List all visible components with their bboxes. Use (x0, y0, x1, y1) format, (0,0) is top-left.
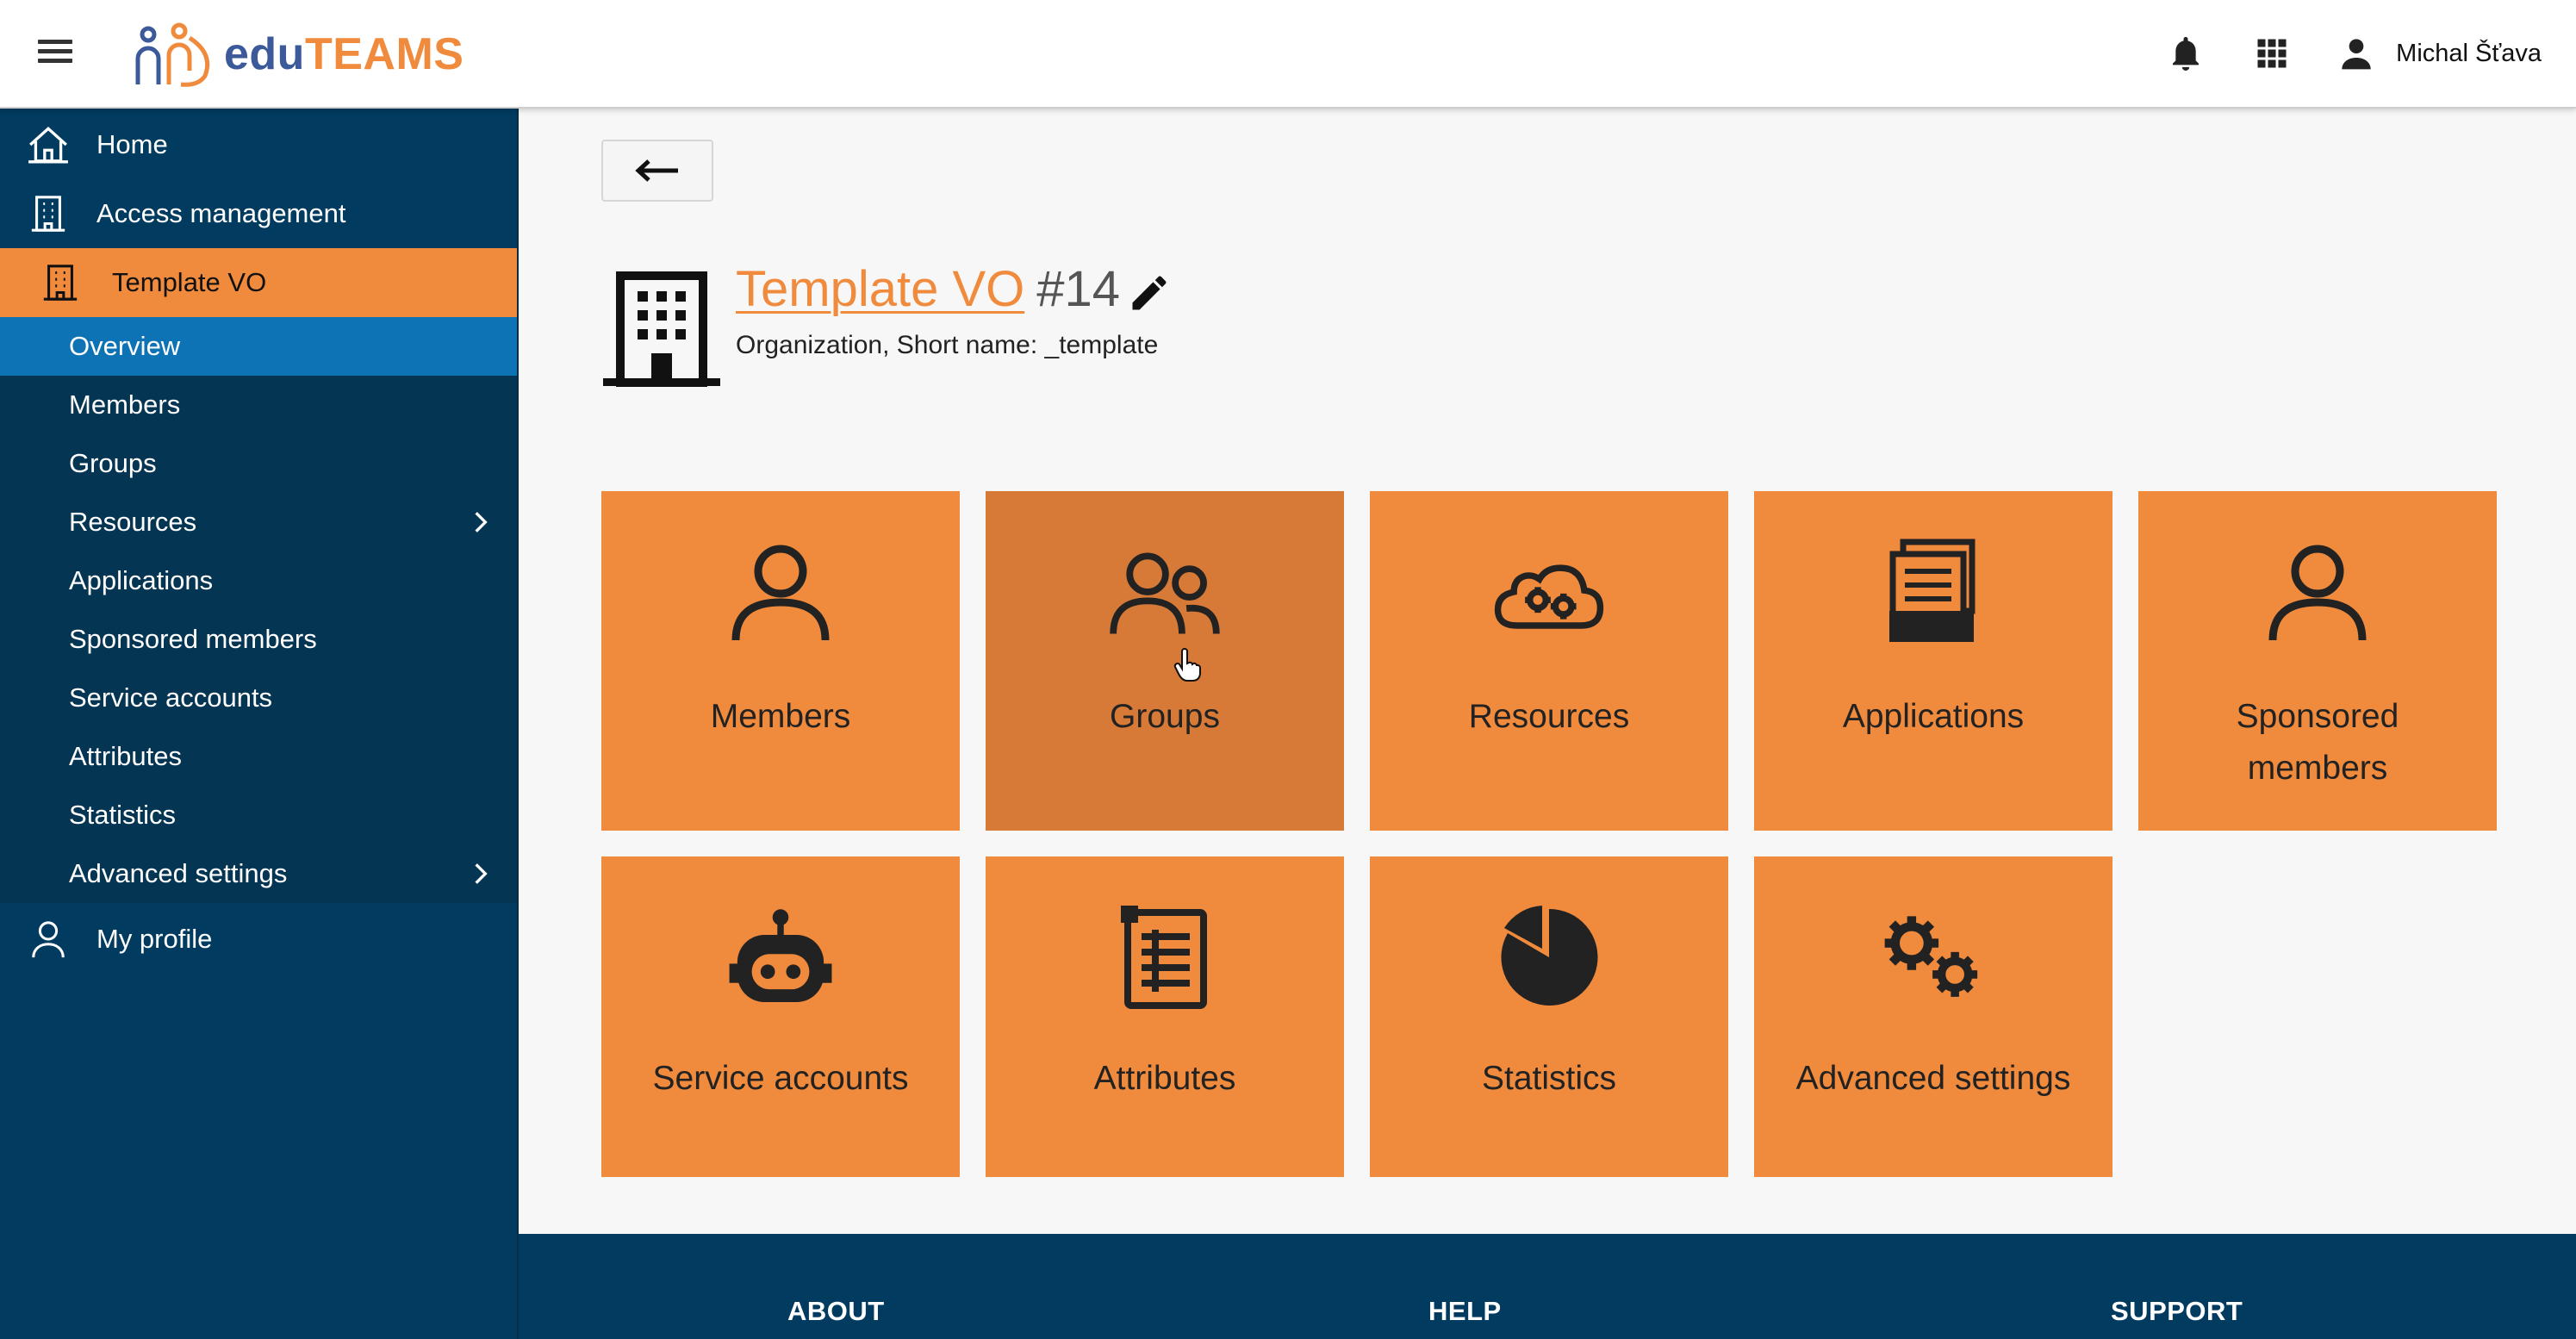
sidebar-item-sponsored-members[interactable]: Sponsored members (0, 610, 517, 669)
person-icon (725, 536, 837, 648)
vo-name-link[interactable]: Template VO (736, 260, 1024, 318)
tile-service-accounts[interactable]: Service accounts (601, 856, 960, 1177)
footer-support-link[interactable]: SUPPORT (2111, 1296, 2243, 1327)
sidebar-item-service-accounts[interactable]: Service accounts (0, 669, 517, 727)
cloud-gears-icon (1493, 536, 1605, 648)
page-title: Template VO #14 (736, 260, 1120, 318)
sidebar-item-applications[interactable]: Applications (0, 551, 517, 610)
chevron-right-icon (475, 863, 488, 884)
chevron-right-icon (475, 512, 488, 532)
building-icon (26, 191, 71, 236)
user-name: Michal Šťava (2396, 39, 2542, 67)
tile-label-groups: Groups (1110, 698, 1220, 735)
sidebar-label-groups: Groups (69, 448, 157, 478)
tile-statistics[interactable]: Statistics (1370, 856, 1728, 1177)
people-group-icon (1109, 536, 1221, 648)
tile-label-members: Members (710, 698, 851, 735)
apps-grid-icon[interactable] (2253, 34, 2291, 72)
notifications-bell-icon[interactable] (2167, 34, 2205, 72)
tile-applications[interactable]: Applications (1754, 491, 2112, 831)
tile-label-resources: Resources (1468, 698, 1630, 735)
sidebar-item-attributes[interactable]: Attributes (0, 727, 517, 786)
pie-chart-icon (1493, 901, 1605, 1013)
home-icon (26, 122, 71, 167)
sidebar-item-members[interactable]: Members (0, 376, 517, 434)
sidebar-label-sponsored-members: Sponsored members (69, 624, 317, 654)
tile-label-service-accounts: Service accounts (652, 1060, 909, 1097)
arrow-left-icon (635, 159, 678, 182)
sidebar-item-groups[interactable]: Groups (0, 434, 517, 493)
top-bar: eduTEAMS Michal Šťava (0, 0, 2576, 109)
user-icon (2342, 39, 2371, 70)
sidebar-item-my-profile[interactable]: My profile (0, 903, 517, 975)
sidebar: Home Access management Template VO Overv… (0, 109, 519, 1339)
sidebar-label-members: Members (69, 389, 181, 420)
attributes-list-icon (1109, 901, 1221, 1013)
sidebar-label-template-vo: Template VO (112, 267, 267, 297)
sidebar-label-home: Home (96, 129, 168, 159)
footer-help-link[interactable]: HELP (1428, 1296, 1502, 1327)
sidebar-item-home[interactable]: Home (0, 110, 517, 179)
back-button[interactable] (601, 140, 713, 202)
sidebar-label-overview: Overview (69, 331, 181, 361)
sidebar-item-statistics[interactable]: Statistics (0, 786, 517, 844)
sidebar-label-service-accounts: Service accounts (69, 682, 273, 713)
sidebar-label-attributes: Attributes (69, 741, 182, 771)
menu-icon[interactable] (33, 34, 78, 72)
gears-icon (1877, 901, 1989, 1013)
person-icon (2262, 536, 2374, 648)
sidebar-item-overview[interactable]: Overview (0, 317, 517, 376)
logo-people-icon (135, 22, 210, 87)
user-menu[interactable]: Michal Šťava (2339, 36, 2542, 71)
sidebar-label-my-profile: My profile (96, 924, 213, 954)
sidebar-label-statistics: Statistics (69, 800, 177, 830)
robot-icon (725, 901, 837, 1013)
sidebar-item-advanced-settings[interactable]: Advanced settings (0, 844, 517, 903)
tile-attributes[interactable]: Attributes (986, 856, 1344, 1177)
main-content: Template VO #14 Organization, Short name… (519, 109, 2576, 1234)
sidebar-label-applications: Applications (69, 565, 214, 595)
sidebar-label-advanced-settings: Advanced settings (69, 858, 288, 888)
logo-edu: edu (224, 29, 305, 79)
tile-members[interactable]: Members (601, 491, 960, 831)
tile-advanced-settings[interactable]: Advanced settings (1754, 856, 2112, 1177)
vo-subtitle: Organization, Short name: _template (736, 331, 1159, 359)
tile-label-statistics: Statistics (1481, 1060, 1617, 1097)
vo-id: #14 (1036, 261, 1121, 317)
logo-teams: TEAMS (304, 29, 464, 79)
tile-label-applications: Applications (1842, 698, 2025, 735)
organization-building-icon (603, 271, 720, 387)
building-icon (38, 260, 83, 305)
tile-label-attributes: Attributes (1093, 1060, 1236, 1097)
edit-pencil-icon[interactable] (1127, 271, 1172, 315)
logo[interactable]: eduTEAMS (129, 19, 464, 90)
tile-sponsored-members[interactable]: Sponsored members (2138, 491, 2497, 831)
sidebar-item-template-vo[interactable]: Template VO (0, 248, 517, 317)
applications-inbox-icon (1877, 536, 1989, 648)
tile-label-advanced-settings: Advanced settings (1795, 1060, 2071, 1097)
sidebar-label-access-management: Access management (96, 198, 346, 228)
sidebar-item-access-management[interactable]: Access management (0, 179, 517, 248)
sidebar-label-resources: Resources (69, 507, 197, 537)
user-outline-icon (26, 917, 71, 962)
footer-about-link[interactable]: ABOUT (787, 1296, 885, 1327)
tile-groups[interactable]: Groups (986, 491, 1344, 831)
tile-label-sponsored-members: Sponsored members (2236, 698, 2399, 787)
sidebar-item-resources[interactable]: Resources (0, 493, 517, 551)
footer: ABOUT HELP SUPPORT (519, 1234, 2576, 1339)
tile-resources[interactable]: Resources (1370, 491, 1728, 831)
